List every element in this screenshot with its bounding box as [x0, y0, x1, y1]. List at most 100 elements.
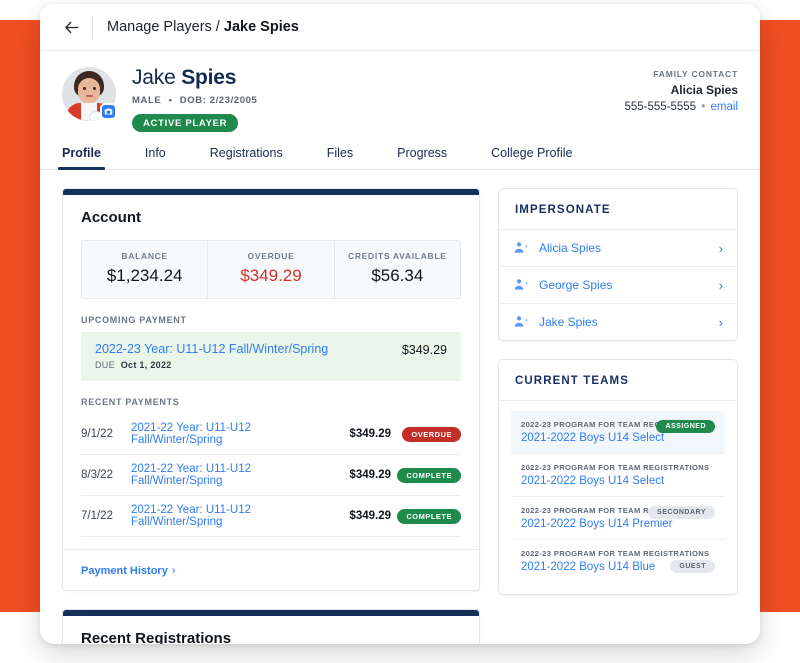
user-switch-icon [513, 314, 529, 330]
meta-separator: • [168, 95, 173, 106]
impersonate-title: IMPERSONATE [499, 189, 737, 230]
breadcrumb-current: Jake Spies [223, 19, 299, 35]
decorative-band-right [760, 20, 800, 612]
sidebar-column: IMPERSONATE Alicia Spies › George Spies [498, 188, 738, 644]
payment-history-link[interactable]: Payment History › [81, 565, 175, 577]
status-badge: GUEST [670, 560, 715, 573]
stat-credits-available: CREDITS AVAILABLE $56.34 [333, 241, 460, 298]
upcoming-payment-label: UPCOMING PAYMENT [81, 315, 187, 325]
family-contact-separator: • [701, 101, 706, 113]
player-last-name: Spies [181, 66, 237, 89]
payment-status-cell: OVERDUE [391, 426, 461, 442]
upcoming-payment-amount: $349.29 [401, 343, 447, 357]
payment-amount: $349.29 [349, 510, 391, 522]
screenshot-stage: Manage Players / Jake Spies Jake Spies M… [0, 0, 800, 663]
impersonate-card: IMPERSONATE Alicia Spies › George Spies [498, 188, 738, 341]
player-first-name: Jake [132, 66, 176, 89]
stat-balance: BALANCE $1,234.24 [82, 241, 207, 298]
app-panel: Manage Players / Jake Spies Jake Spies M… [40, 4, 760, 644]
family-contact: FAMILY CONTACT Alicia Spies 555-555-5555… [624, 69, 738, 113]
stat-overdue-label: OVERDUE [247, 251, 295, 261]
list-item: 2022-23 PROGRAM FOR TEAM REGISTRATIONS 2… [511, 539, 725, 582]
upcoming-payment-title[interactable]: 2022-23 Year: U11-U12 Fall/Winter/Spring [95, 342, 328, 356]
breadcrumb-divider [92, 16, 93, 38]
user-switch-icon [513, 277, 529, 293]
tab-college-profile[interactable]: College Profile [491, 146, 572, 169]
camera-icon[interactable] [100, 103, 117, 120]
payment-description[interactable]: 2021-22 Year: U11-U12 Fall/Winter/Spring [131, 504, 321, 528]
avatar-eye-right [93, 87, 96, 90]
upcoming-payment-due: DUE Oct 1, 2022 [95, 360, 328, 370]
account-card-footer: Payment History › [63, 549, 479, 590]
account-stats: BALANCE $1,234.24 OVERDUE $349.29 CREDIT… [81, 240, 461, 299]
tab-info[interactable]: Info [145, 146, 166, 169]
current-teams-list: 2022-23 PROGRAM FOR TEAM REGISTRATIONS 2… [499, 401, 737, 594]
payment-date: 8/3/22 [81, 469, 113, 481]
tab-progress[interactable]: Progress [397, 146, 447, 169]
chevron-right-icon: › [171, 565, 176, 577]
team-name[interactable]: 2021-2022 Boys U14 Select [521, 475, 715, 487]
status-badge: COMPLETE [397, 467, 461, 483]
avatar-mouth [86, 95, 93, 97]
impersonate-name: George Spies [539, 278, 613, 292]
recent-payments-label: RECENT PAYMENTS [81, 397, 180, 407]
status-badge: SECONDARY [648, 506, 715, 519]
breadcrumb-parent[interactable]: Manage Players [107, 19, 212, 35]
family-contact-label: FAMILY CONTACT [653, 69, 738, 79]
user-switch-icon [513, 240, 529, 256]
stat-balance-label: BALANCE [121, 251, 168, 261]
status-badge[interactable]: ACTIVE PLAYER [132, 114, 239, 132]
status-badge: ASSIGNED [656, 420, 715, 433]
table-row: 9/1/22 2021-22 Year: U11-U12 Fall/Winter… [81, 414, 461, 455]
breadcrumb-bar: Manage Players / Jake Spies [40, 4, 760, 51]
payment-date: 7/1/22 [81, 510, 113, 522]
tab-profile[interactable]: Profile [58, 146, 105, 170]
player-meta: MALE • DOB: 2/23/2005 [132, 95, 257, 106]
avatar-wrapper [62, 67, 117, 121]
chevron-right-icon: › [718, 277, 723, 293]
team-name[interactable]: 2021-2022 Boys U14 Premier [521, 518, 715, 530]
list-item: 2022-23 PROGRAM FOR TEAM REGISTRATIONS 2… [511, 453, 725, 496]
upcoming-payment-row: 2022-23 Year: U11-U12 Fall/Winter/Spring… [81, 332, 461, 381]
team-name[interactable]: 2021-2022 Boys U14 Select [521, 432, 715, 444]
stat-credits-value: $56.34 [371, 266, 424, 285]
page-body: Account BALANCE $1,234.24 OVERDUE $349.2… [40, 170, 760, 644]
account-card: Account BALANCE $1,234.24 OVERDUE $349.2… [62, 188, 480, 591]
due-date: Oct 1, 2022 [120, 360, 172, 370]
family-contact-phone: 555-555-5555 [624, 101, 697, 113]
tab-bar: Profile Info Registrations Files Progres… [40, 146, 760, 170]
impersonate-item-jake-spies[interactable]: Jake Spies › [499, 303, 737, 340]
avatar-face [78, 78, 100, 103]
family-contact-email-link[interactable]: email [711, 101, 738, 113]
player-header: Jake Spies MALE • DOB: 2/23/2005 ACTIVE … [40, 51, 760, 132]
main-column: Account BALANCE $1,234.24 OVERDUE $349.2… [62, 188, 480, 644]
team-program: 2022-23 PROGRAM FOR TEAM REGISTRATIONS [521, 549, 710, 558]
list-item: 2022-23 PROGRAM FOR TEAM REGISTRATIONS 2… [511, 496, 725, 539]
status-badge: OVERDUE [402, 426, 461, 442]
team-program: 2022-23 PROGRAM FOR TEAM REGISTRATIONS [521, 463, 710, 472]
table-row: 7/1/22 2021-22 Year: U11-U12 Fall/Winter… [81, 496, 461, 537]
impersonate-item-george-spies[interactable]: George Spies › [499, 266, 737, 303]
back-arrow-icon[interactable] [58, 14, 84, 40]
payment-date: 9/1/22 [81, 428, 113, 440]
avatar-eye-left [83, 87, 86, 90]
table-row: 8/3/22 2021-22 Year: U11-U12 Fall/Winter… [81, 455, 461, 496]
account-card-title: Account [81, 209, 141, 226]
impersonate-item-alicia-spies[interactable]: Alicia Spies › [499, 230, 737, 266]
list-item: 2022-23 PROGRAM FOR TEAM REGISTRATIONS 2… [511, 411, 725, 453]
page-title: Jake Spies [132, 66, 257, 90]
family-contact-name: Alicia Spies [670, 83, 738, 97]
payment-history-label: Payment History [81, 565, 168, 577]
recent-registrations-card: Recent Registrations 2023 2023-2024 Team… [62, 609, 480, 644]
payment-status-cell: COMPLETE [391, 508, 461, 524]
payment-description[interactable]: 2021-22 Year: U11-U12 Fall/Winter/Spring [131, 422, 321, 446]
status-badge: COMPLETE [397, 508, 461, 524]
payment-description[interactable]: 2021-22 Year: U11-U12 Fall/Winter/Spring [131, 463, 321, 487]
family-contact-line: 555-555-5555 • email [624, 101, 738, 113]
decorative-band-left [0, 20, 40, 612]
current-teams-card: CURRENT TEAMS 2022-23 PROGRAM FOR TEAM R… [498, 359, 738, 595]
tab-registrations[interactable]: Registrations [210, 146, 283, 169]
payment-amount: $349.29 [349, 469, 391, 481]
chevron-right-icon: › [718, 240, 723, 256]
tab-files[interactable]: Files [327, 146, 353, 169]
